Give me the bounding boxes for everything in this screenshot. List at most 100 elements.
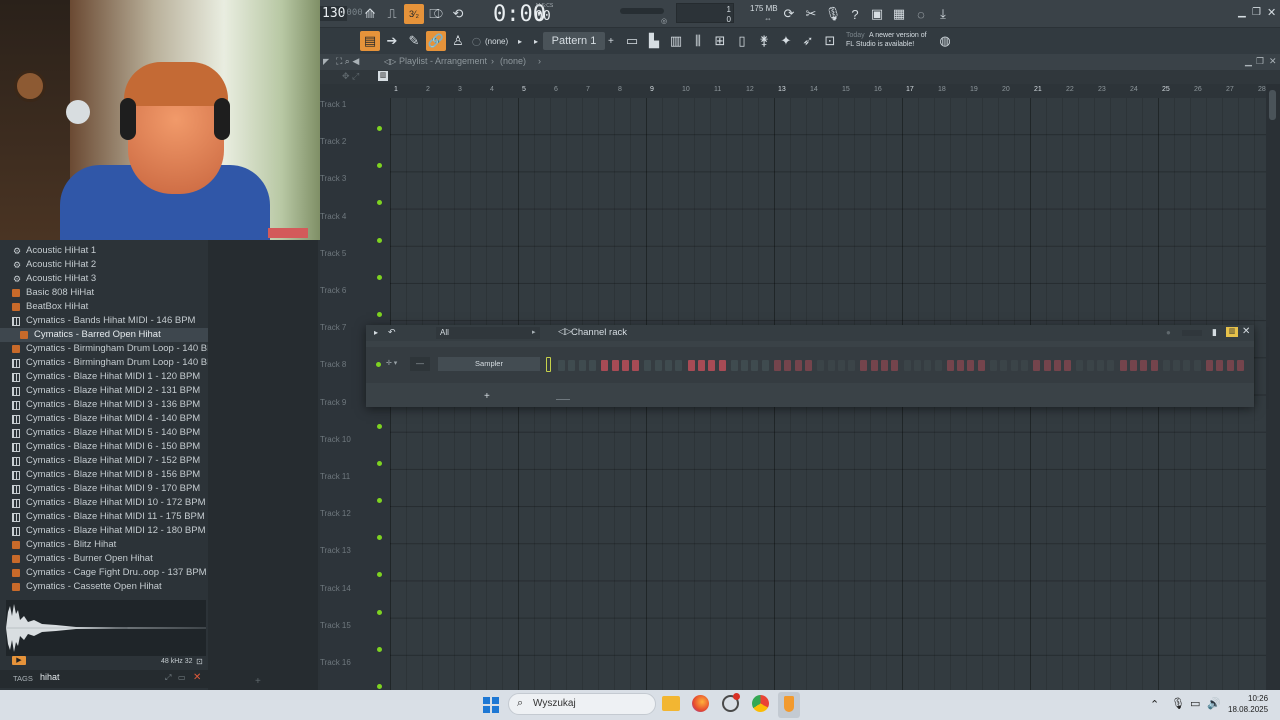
countdown-icon[interactable]: 3⁄₂ (404, 4, 424, 24)
channel-select-indicator[interactable] (546, 357, 551, 372)
step-button[interactable] (804, 360, 812, 371)
step-button[interactable] (761, 360, 769, 371)
playlist-icon[interactable]: ▭ (622, 31, 642, 51)
rack-swing-icon[interactable]: ↶ (388, 327, 396, 338)
filter-arrow-icon[interactable]: ▸ (532, 328, 536, 336)
browser-item[interactable]: Cymatics - Blitz Hihat (0, 538, 208, 552)
add-pattern-icon[interactable]: + (608, 36, 614, 47)
stamp-icon[interactable]: ♙ (448, 31, 468, 51)
track-mute-led[interactable] (377, 423, 382, 429)
loop-record-icon[interactable]: ⟲ (448, 4, 468, 24)
step-button[interactable] (1236, 360, 1244, 371)
bird-icon[interactable]: ➶ (798, 31, 818, 51)
track-name[interactable]: Track 10 (320, 435, 380, 444)
channel-name-button[interactable]: Sampler (438, 357, 540, 371)
globe-icon[interactable]: ◍ (935, 31, 955, 51)
step-button[interactable] (718, 360, 726, 371)
track-mute-led[interactable] (377, 498, 382, 503)
step-button[interactable] (934, 360, 942, 371)
browser-item[interactable]: Cymatics - Cage Fight Dru..oop - 137 BPM… (0, 566, 208, 580)
step-button[interactable] (1150, 360, 1158, 371)
step-button[interactable] (1064, 360, 1072, 371)
track-mute-led[interactable] (377, 460, 382, 466)
browser-item[interactable]: Cymatics - Blaze Hihat MIDI 2 - 131 BPM (0, 384, 208, 398)
step-button[interactable] (1020, 360, 1028, 371)
browser-item[interactable]: Cymatics - Barred Open Hihat (0, 328, 208, 342)
pattern-picker-icon[interactable]: ▥ (378, 71, 388, 81)
song-position-slider[interactable] (620, 8, 664, 14)
browser-item[interactable]: BeatBox HiHat (0, 300, 208, 314)
browser-item[interactable]: Cymatics - Blaze Hihat MIDI 4 - 140 BPM (0, 412, 208, 426)
step-button[interactable] (578, 360, 586, 371)
zoom-icon[interactable]: ⛶ ⌕ ◀ (336, 56, 359, 67)
step-button[interactable] (1216, 360, 1224, 371)
file-explorer-icon[interactable] (662, 696, 680, 711)
microphone-icon[interactable]: 🎙 (823, 4, 843, 24)
firefox-icon[interactable] (692, 695, 709, 712)
add-channel-button[interactable]: + (484, 391, 490, 402)
snap-arrow-icon[interactable]: ▸ (518, 37, 522, 46)
channel-mixer-track[interactable]: — (410, 357, 430, 371)
browser-item[interactable]: ⚙ Acoustic HiHat 2 (0, 258, 208, 272)
step-button[interactable] (611, 360, 619, 371)
track-name[interactable]: Track 11 (320, 472, 380, 481)
save-icon[interactable]: ▣ (867, 4, 887, 24)
step-button[interactable] (881, 360, 888, 371)
plugin-icon[interactable]: ⚵ (754, 31, 774, 51)
track-mute-led[interactable] (377, 312, 382, 317)
pattern-prev-icon[interactable]: ▸ (534, 37, 538, 46)
track-name[interactable]: Track 1 (320, 100, 380, 109)
move-icon[interactable]: ✥ ⤢ (342, 71, 359, 82)
step-button[interactable] (957, 360, 965, 371)
step-button[interactable] (697, 360, 705, 371)
step-button[interactable] (784, 360, 792, 371)
step-button[interactable] (1183, 360, 1191, 371)
step-button[interactable] (1226, 360, 1234, 371)
cut-icon[interactable]: ✂ (801, 4, 821, 24)
fl-studio-task-button[interactable] (778, 692, 800, 718)
step-button[interactable] (558, 360, 565, 371)
step-button[interactable] (1206, 360, 1213, 371)
track-name[interactable]: Track 3 (320, 174, 380, 183)
step-button[interactable] (621, 360, 629, 371)
tags-input[interactable]: hihat (40, 672, 60, 682)
step-button[interactable] (1033, 360, 1041, 371)
track-mute-led[interactable] (377, 237, 382, 243)
browser-item[interactable]: Cymatics - Blaze Hihat MIDI 3 - 136 BPM (0, 398, 208, 412)
step-button[interactable] (848, 360, 856, 371)
browser-item[interactable]: Cymatics - Birmingham Drum Loop - 140 BP… (0, 342, 208, 356)
pencil-icon[interactable]: ✎ (404, 31, 424, 51)
track-mute-led[interactable] (377, 163, 382, 169)
step-button[interactable] (1193, 360, 1201, 371)
step-button[interactable] (990, 360, 997, 371)
clock-date[interactable]: 18.08.2025 (1228, 705, 1268, 714)
wait-record-icon[interactable]: ⎍ (382, 4, 402, 24)
rack-close-icon[interactable]: ✕ (1242, 326, 1250, 337)
expand-icon[interactable]: ⤢ (165, 673, 171, 683)
graph-icon[interactable]: ▮ (1212, 327, 1217, 338)
step-button[interactable] (751, 360, 759, 371)
track-mute-led[interactable] (377, 126, 382, 131)
browser-item[interactable]: ⚙ Acoustic HiHat 1 (0, 244, 208, 258)
browser-item[interactable]: ⚙ Acoustic HiHat 3 (0, 272, 208, 286)
track-name[interactable]: Track 14 (320, 584, 380, 593)
help-icon[interactable]: ? (845, 4, 865, 24)
step-button[interactable] (967, 360, 975, 371)
clear-tags-icon[interactable]: ✕ (193, 672, 201, 683)
rack-menu-icon[interactable]: ▸ (374, 328, 378, 337)
track-mute-led[interactable] (377, 274, 382, 280)
browser-item[interactable]: Cymatics - Blaze Hihat MIDI 11 - 175 BPM (0, 510, 208, 524)
restore-icon[interactable]: ❐ (1252, 7, 1261, 18)
step-button[interactable] (870, 360, 878, 371)
playlist-minimize-icon[interactable]: ▁ (1245, 56, 1252, 67)
metronome-icon[interactable]: ⟰ (360, 4, 380, 24)
step-button[interactable] (665, 360, 672, 371)
channel-filter[interactable]: All (436, 327, 540, 339)
playlist-crumb[interactable]: (none) (500, 56, 526, 66)
cart-icon[interactable]: ⊡ (820, 31, 840, 51)
track-name[interactable]: Track 5 (320, 249, 380, 258)
piano-roll-icon[interactable]: ▤ (360, 31, 380, 51)
tray-mic-icon[interactable]: 🎙 (1171, 697, 1185, 710)
step-button[interactable] (1140, 360, 1148, 371)
step-button[interactable] (903, 360, 911, 371)
